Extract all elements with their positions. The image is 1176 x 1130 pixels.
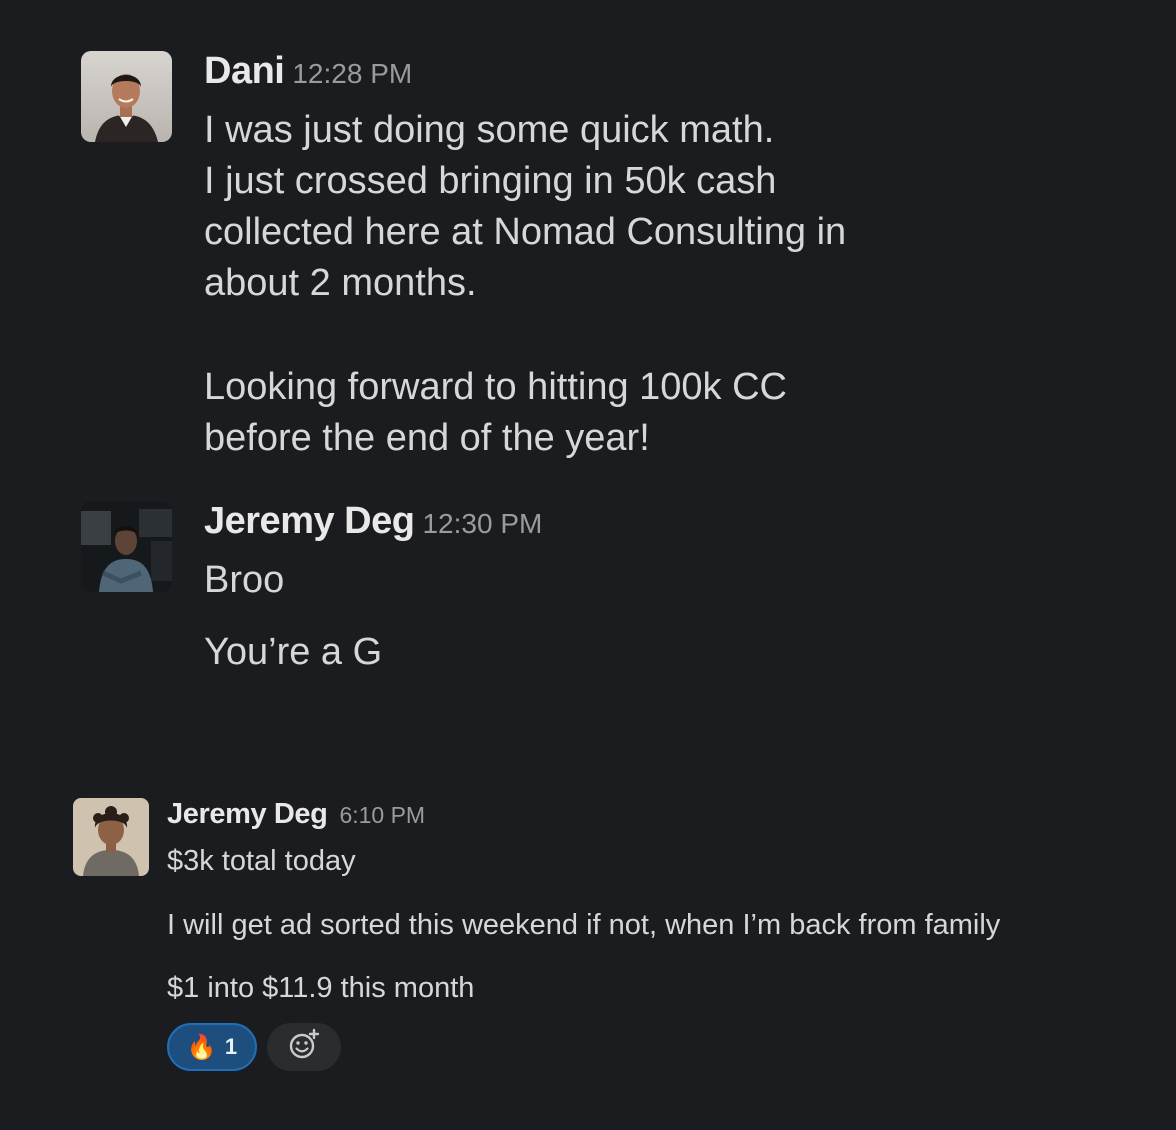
fire-icon: 🔥 xyxy=(186,1033,217,1061)
avatar-dani[interactable] xyxy=(81,51,172,142)
message-text: Looking forward to hitting 100k CC xyxy=(204,366,787,408)
message-text: before the end of the year! xyxy=(204,417,650,459)
chat-window: Dani 12:28 PM I was just doing some quick… xyxy=(0,0,1176,1130)
message-text: I just crossed bringing in 50k cash xyxy=(204,160,777,202)
reaction-count: 1 xyxy=(224,1034,238,1059)
message-header: Dani 12:28 PM xyxy=(204,50,412,93)
message-text: Broo xyxy=(204,559,285,601)
message-text: I was just doing some quick math. xyxy=(204,109,775,151)
message-text: $1 into $11.9 this month xyxy=(167,972,475,1004)
message-header: Jeremy Deg 12:30 PM xyxy=(204,500,542,543)
add-reaction-icon xyxy=(287,1028,321,1067)
avatar-jeremy[interactable] xyxy=(73,798,149,876)
timestamp[interactable]: 12:28 PM xyxy=(292,58,412,89)
message-text: about 2 months. xyxy=(204,262,477,304)
add-reaction-button[interactable] xyxy=(267,1023,341,1071)
reaction-fire[interactable]: 🔥 1 xyxy=(167,1023,257,1071)
message-text: I will get ad sorted this weekend if not… xyxy=(167,909,1001,941)
reactions-bar: 🔥 1 xyxy=(167,1023,341,1071)
message-text: collected here at Nomad Consulting in xyxy=(204,211,847,253)
message-header: Jeremy Deg 6:10 PM xyxy=(167,798,425,831)
author-name[interactable]: Jeremy Deg xyxy=(167,798,328,830)
message-text: $3k total today xyxy=(167,845,356,877)
timestamp[interactable]: 6:10 PM xyxy=(339,802,425,828)
timestamp[interactable]: 12:30 PM xyxy=(422,508,542,539)
avatar-jeremy[interactable] xyxy=(81,501,172,592)
message-text: You’re a G xyxy=(204,631,383,673)
author-name[interactable]: Dani xyxy=(204,50,285,92)
author-name[interactable]: Jeremy Deg xyxy=(204,500,415,542)
